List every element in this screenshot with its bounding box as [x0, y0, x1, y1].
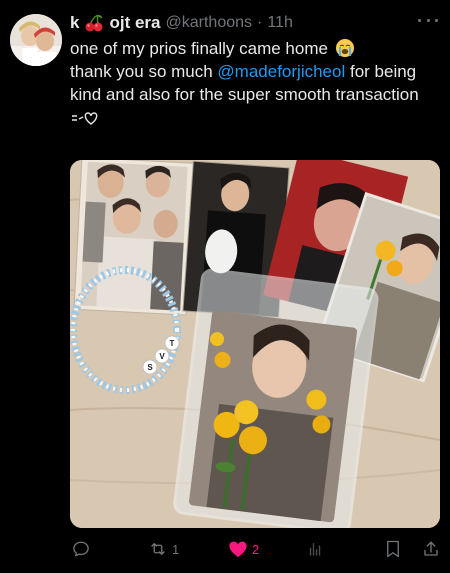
toploader	[173, 268, 379, 528]
display-name[interactable]: k	[70, 13, 79, 33]
tweet-line-2: thank you so much @madeforjicheol for be…	[70, 60, 442, 83]
user-handle[interactable]: @karthoons	[166, 14, 253, 32]
tweet-photo[interactable]: S V T	[70, 160, 440, 528]
avatar-image	[10, 14, 62, 66]
tweet-line-4	[70, 106, 442, 129]
retweet-button[interactable]: 1	[148, 540, 179, 558]
avatar[interactable]	[10, 14, 62, 66]
share-button[interactable]	[422, 540, 440, 558]
retweet-count: 1	[172, 541, 180, 557]
bookmark-button[interactable]	[385, 540, 401, 558]
bookmark-icon	[387, 540, 399, 558]
tweet-text-line: for being	[345, 62, 417, 81]
loudly-crying-face-icon	[335, 39, 354, 57]
retweet-icon	[151, 543, 165, 555]
views-icon	[309, 543, 321, 556]
views-button[interactable]	[306, 540, 328, 558]
tweet[interactable]: k ojt era @karthoons · 11h one of my pri…	[0, 0, 450, 573]
tweet-text: one of my prios finally came home thank …	[70, 37, 442, 129]
bracelet-letter-t: T	[170, 339, 175, 348]
more-options-icon[interactable]	[418, 12, 438, 28]
bracelet-letter-v: V	[159, 352, 165, 361]
tweet-actions: 1 2	[70, 538, 438, 560]
share-icon	[424, 541, 438, 556]
timestamp[interactable]: 11h	[267, 14, 293, 32]
like-button[interactable]: 2	[228, 540, 259, 558]
tweet-line-1: one of my prios finally came home	[70, 37, 442, 60]
tweet-header: k ojt era @karthoons · 11h	[70, 12, 438, 34]
mention-link[interactable]: @madeforjicheol	[217, 62, 345, 81]
bracelet-letter-s: S	[147, 363, 153, 372]
tweet-line-3: kind and also for the super smooth trans…	[70, 85, 419, 104]
like-icon	[229, 541, 247, 558]
reply-icon	[73, 541, 89, 557]
tweet-text-line: thank you so much	[70, 62, 218, 81]
tweet-text-line: one of my prios finally came home	[70, 39, 328, 58]
reply-button[interactable]	[72, 540, 94, 558]
like-count: 2	[252, 541, 260, 557]
photocard-photo: S V T	[70, 160, 440, 528]
cherries-icon	[85, 14, 103, 32]
heart-face-icon	[72, 112, 98, 125]
display-name-suffix[interactable]: ojt era	[109, 13, 160, 33]
separator-dot: ·	[257, 14, 263, 31]
